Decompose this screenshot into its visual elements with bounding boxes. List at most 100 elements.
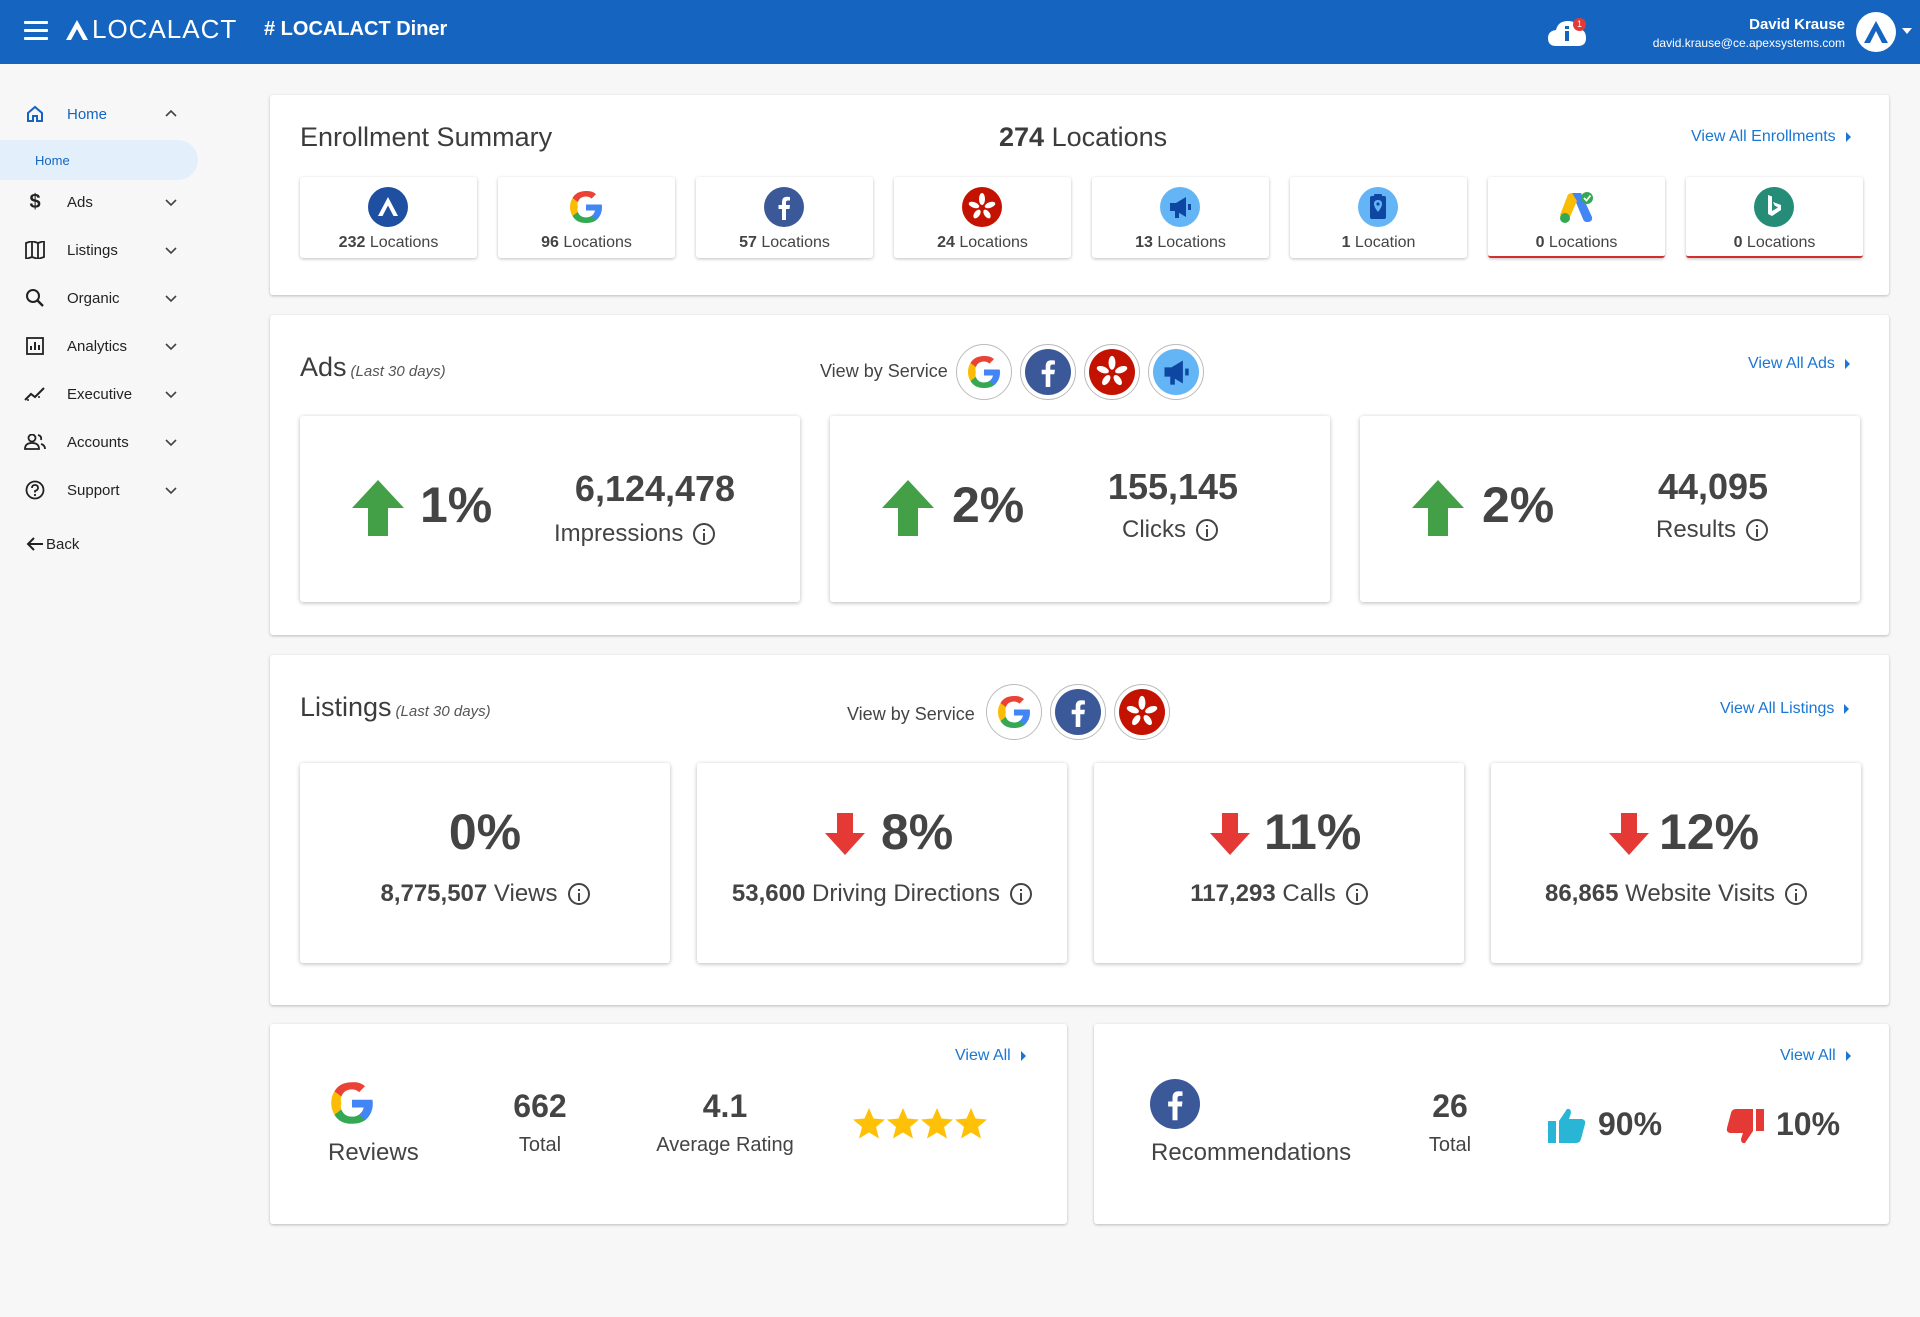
app-logo[interactable]: LOCALACT — [66, 14, 237, 45]
sidebar-item-label: Home — [67, 105, 108, 123]
ads-service-yelp-button[interactable] — [1084, 344, 1140, 400]
stat-value: 117,293 — [1190, 880, 1276, 907]
map-icon — [24, 239, 46, 261]
notifications-cloud-icon[interactable]: 1 — [1546, 16, 1588, 48]
dollar-icon: $ — [29, 190, 41, 213]
ads-clicks-value: 155,145 — [1107, 466, 1239, 507]
user-info[interactable]: David Krause david.krause@ce.apexsystems… — [1653, 16, 1845, 50]
listings-service-google-button[interactable] — [986, 684, 1042, 740]
info-icon[interactable] — [1196, 519, 1218, 541]
recommendations-label: Recommendations — [1151, 1139, 1352, 1166]
sidebar-item-home[interactable]: Home — [0, 94, 200, 134]
chevron-down-icon[interactable] — [164, 243, 178, 257]
reviews-total-label: Total — [518, 1134, 562, 1156]
view-all-listings-link[interactable]: View All Listings — [1720, 700, 1849, 718]
enrollment-label: Locations — [959, 234, 1028, 251]
enrollment-bing[interactable]: 0 Locations — [1686, 177, 1863, 258]
listings-views-label: 8,775,507 Views — [300, 880, 670, 908]
sidebar-item-analytics[interactable]: Analytics — [0, 326, 200, 366]
info-icon[interactable] — [1746, 519, 1769, 541]
ads-clicks-card[interactable]: 2% 155,145 Clicks — [830, 416, 1330, 602]
enrollment-yelp[interactable]: 24 Locations — [894, 177, 1071, 258]
enrollment-facebook[interactable]: 57 Locations — [696, 177, 873, 258]
enrollment-google-ads[interactable]: 0 Locations — [1488, 177, 1665, 258]
analytics-icon — [24, 335, 46, 357]
chevron-up-icon[interactable] — [164, 107, 178, 121]
enrollment-count: 1 — [1341, 234, 1351, 251]
info-icon[interactable] — [1784, 883, 1807, 905]
sidebar-item-accounts[interactable]: Accounts — [0, 422, 200, 462]
arrow-left-icon — [24, 533, 46, 555]
enrollment-location-clipboard[interactable]: 1 Location — [1290, 177, 1467, 258]
stat-label-text: Results — [1656, 516, 1737, 543]
sidebar-item-listings[interactable]: Listings — [0, 230, 200, 270]
arrow-down-icon — [1609, 813, 1649, 855]
sidebar-item-ads[interactable]: $ Ads — [0, 182, 200, 222]
enrollment-megaphone[interactable]: 13 Locations — [1092, 177, 1269, 258]
listings-directions-card[interactable]: 8% 53,600 Driving Directions — [697, 763, 1067, 963]
sidebar-item-label: Listings — [67, 241, 118, 259]
sidebar-item-label: Support — [67, 481, 120, 499]
reviews-view-all-link[interactable]: View All — [955, 1047, 1026, 1065]
star-icon — [955, 1108, 987, 1139]
chevron-down-icon[interactable] — [164, 387, 178, 401]
enrollment-label: Locations — [761, 234, 830, 251]
chevron-down-icon[interactable] — [164, 483, 178, 497]
info-icon[interactable] — [693, 523, 716, 545]
chevron-down-icon[interactable] — [164, 435, 178, 449]
listings-service-yelp-button[interactable] — [1114, 684, 1170, 740]
recommendations-total: 26 — [1432, 1088, 1468, 1124]
avatar[interactable] — [1856, 12, 1896, 52]
listings-calls-pct: 11% — [1264, 804, 1362, 860]
enrollment-label: Locations — [563, 234, 632, 251]
chevron-down-icon[interactable] — [164, 339, 178, 353]
arrow-down-icon — [1210, 813, 1250, 855]
chevron-down-icon[interactable] — [164, 195, 178, 209]
enrollment-total-count: 274 — [999, 122, 1045, 152]
view-all-enrollments-link[interactable]: View All Enrollments — [1691, 128, 1851, 146]
view-all-ads-link[interactable]: View All Ads — [1748, 355, 1850, 373]
arrow-up-icon — [1412, 480, 1464, 536]
enrollment-google[interactable]: 96 Locations — [498, 177, 675, 258]
ads-service-facebook-button[interactable] — [1020, 344, 1076, 400]
enrollment-count: 57 — [739, 234, 757, 251]
reviews-avg: 4.1 — [702, 1088, 748, 1124]
enrollment-title: Enrollment Summary — [300, 122, 553, 152]
ads-service-megaphone-button[interactable] — [1148, 344, 1204, 400]
enrollment-localact[interactable]: 232 Locations — [300, 177, 477, 258]
ads-results-card[interactable]: 2% 44,095 Results — [1360, 416, 1860, 602]
facebook-icon — [1055, 689, 1101, 735]
recommendations-view-all-link[interactable]: View All — [1780, 1047, 1851, 1065]
listings-service-facebook-button[interactable] — [1050, 684, 1106, 740]
facebook-icon — [1025, 349, 1071, 395]
arrow-down-icon — [825, 813, 865, 855]
ads-impressions-label: Impressions — [554, 520, 716, 548]
listings-website-card[interactable]: 12% 86,865 Website Visits — [1491, 763, 1861, 963]
sidebar-item-support[interactable]: Support — [0, 470, 200, 510]
sidebar-subitem-home[interactable]: Home — [0, 140, 198, 180]
facebook-icon — [1150, 1079, 1200, 1129]
sidebar-item-executive[interactable]: Executive — [0, 374, 200, 414]
reviews-total: 662 — [513, 1088, 567, 1124]
recommendations-positive: 90% — [1598, 1106, 1663, 1142]
ads-impressions-card[interactable]: 1% 6,124,478 Impressions — [300, 416, 800, 602]
ads-service-google-button[interactable] — [956, 344, 1012, 400]
chevron-down-icon[interactable] — [164, 291, 178, 305]
user-menu-caret-icon[interactable] — [1902, 28, 1912, 34]
yelp-icon — [1119, 689, 1165, 735]
back-button[interactable]: Back — [0, 524, 200, 564]
menu-icon[interactable] — [24, 21, 48, 43]
listings-calls-card[interactable]: 11% 117,293 Calls — [1094, 763, 1464, 963]
stat-value: 86,865 — [1545, 880, 1619, 907]
listings-views-card[interactable]: 0% 8,775,507 Views — [300, 763, 670, 963]
enrollment-label: Locations — [1548, 234, 1618, 251]
ads-title-text: Ads — [300, 352, 347, 382]
info-icon[interactable] — [1345, 883, 1368, 905]
clipboard-location-icon — [1358, 187, 1398, 227]
info-icon[interactable] — [1010, 883, 1033, 905]
info-icon[interactable] — [567, 883, 590, 905]
stat-value: 53,600 — [731, 880, 806, 907]
sidebar-item-organic[interactable]: Organic — [0, 278, 200, 318]
star-icon — [921, 1108, 953, 1139]
megaphone-icon — [1160, 187, 1200, 227]
